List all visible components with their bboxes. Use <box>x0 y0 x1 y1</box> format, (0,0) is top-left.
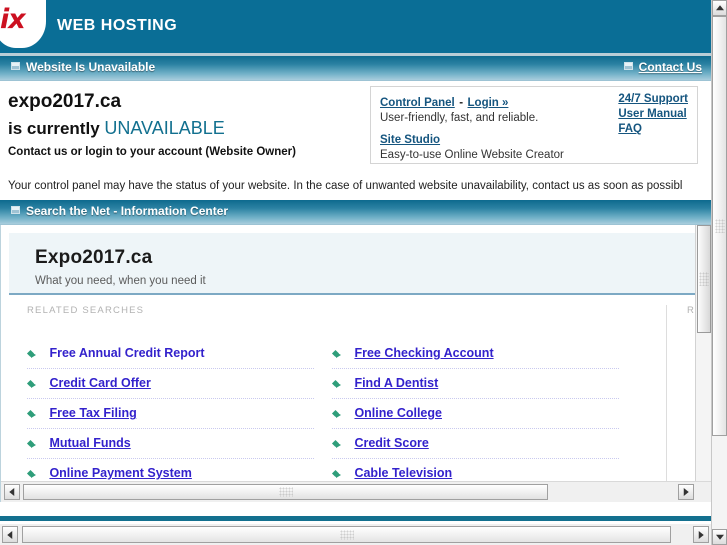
list-item[interactable]: Free Annual Credit Report <box>27 339 314 369</box>
related-link[interactable]: Free Annual Credit Report <box>49 346 204 360</box>
window-icon <box>623 62 633 70</box>
page-vertical-scrollbar-track[interactable] <box>712 436 727 529</box>
list-item[interactable]: Free Checking Account <box>332 339 619 369</box>
related-link[interactable]: Credit Card Offer <box>49 376 150 390</box>
ix-logo-mark: ix <box>0 4 26 35</box>
search-title-text: Search the Net - Information Center <box>26 204 229 218</box>
arrow-bullet-icon <box>27 439 36 448</box>
page-horizontal-scrollbar[interactable] <box>0 523 711 545</box>
page-scroll-left-button[interactable] <box>2 526 18 543</box>
page-horizontal-scrollbar-thumb[interactable] <box>22 526 671 543</box>
list-item[interactable]: Credit Score <box>332 429 619 459</box>
arrow-bullet-icon <box>27 379 36 388</box>
page-scroll-up-button[interactable] <box>712 0 727 16</box>
arrow-right-icon <box>683 488 689 496</box>
brand-name: WEB HOSTING <box>57 17 178 34</box>
window-icon <box>11 62 20 70</box>
window-icon <box>11 206 20 214</box>
related-searches-header: RELATED SEARCHES <box>27 305 145 316</box>
status-value: UNAVAILABLE <box>104 118 225 138</box>
arrow-bullet-icon <box>27 469 36 478</box>
search-title: Search the Net - Information Center <box>11 204 228 218</box>
logo-badge: ix <box>0 0 46 48</box>
scrollbar-grip-icon <box>714 219 725 233</box>
list-item[interactable]: Find A Dentist <box>332 369 619 399</box>
related-link[interactable]: Credit Score <box>354 436 428 450</box>
link-separator: - <box>459 97 464 109</box>
related-column-left: Free Annual Credit Report Credit Card Of… <box>27 339 332 488</box>
related-searches-columns: Free Annual Credit Report Credit Card Of… <box>1 305 711 502</box>
status-prefix: is currently <box>8 119 100 138</box>
arrow-bullet-icon <box>27 349 36 358</box>
support-link-2[interactable]: FAQ <box>618 123 688 135</box>
unavailable-title-text: Website Is Unavailable <box>26 60 156 74</box>
contact-us-label: Contact Us <box>638 60 702 74</box>
status-note: Your control panel may have the status o… <box>0 173 711 200</box>
unavailable-title-bar: Website Is Unavailable Contact Us <box>0 56 711 81</box>
search-title-bar: Search the Net - Information Center <box>0 200 711 225</box>
arrow-bullet-icon <box>332 469 341 478</box>
page-scroll-right-button[interactable] <box>693 526 709 543</box>
related-link[interactable]: Free Checking Account <box>354 346 493 360</box>
account-panel: Control Panel - Login » User-friendly, f… <box>370 86 698 164</box>
frame-horizontal-scrollbar[interactable] <box>1 481 711 502</box>
support-links: 24/7 Support User Manual FAQ <box>618 93 688 138</box>
arrow-bullet-icon <box>332 439 341 448</box>
arrow-bullet-icon <box>332 409 341 418</box>
frame-vertical-scrollbar-thumb[interactable] <box>697 225 711 333</box>
support-link-1[interactable]: User Manual <box>618 108 688 120</box>
brand-header: ix WEB HOSTING <box>0 0 711 56</box>
contact-us-link[interactable]: Contact Us <box>623 60 702 74</box>
list-item[interactable]: Mutual Funds <box>27 429 314 459</box>
scrollbar-grip-icon <box>278 487 293 497</box>
list-item[interactable]: Free Tax Filing <box>27 399 314 429</box>
browser-page: ix WEB HOSTING Website Is Unavailable Co… <box>0 0 727 545</box>
frame-vertical-scrollbar[interactable] <box>695 225 711 483</box>
site-studio-description: Easy-to-use Online Website Creator <box>380 149 564 161</box>
related-link[interactable]: Mutual Funds <box>49 436 130 450</box>
login-link[interactable]: Login » <box>468 97 509 109</box>
control-panel-link[interactable]: Control Panel <box>380 97 455 109</box>
frame-scroll-left-button[interactable] <box>4 484 20 500</box>
related-link[interactable]: Online Payment System <box>49 466 191 480</box>
unavailable-block: expo2017.ca is currently UNAVAILABLE Con… <box>0 81 711 173</box>
unavailable-title: Website Is Unavailable <box>11 60 155 74</box>
page-scroll-down-button[interactable] <box>712 529 727 545</box>
list-item[interactable]: Credit Card Offer <box>27 369 314 399</box>
scrollbar-grip-icon <box>699 272 709 286</box>
arrow-bullet-icon <box>27 409 36 418</box>
scrollbar-grip-icon <box>339 529 354 540</box>
hero-tagline: What you need, when you need it <box>35 275 206 287</box>
arrow-bullet-icon <box>332 379 341 388</box>
search-frame: Expo2017.ca What you need, when you need… <box>0 225 711 502</box>
related-searches-area: RELATED SEARCHES Free Annual Credit Repo… <box>1 305 711 502</box>
page-vertical-scrollbar-thumb[interactable] <box>712 16 727 436</box>
arrow-left-icon <box>7 530 13 539</box>
search-hero: Expo2017.ca What you need, when you need… <box>9 233 711 295</box>
frame-horizontal-scrollbar-thumb[interactable] <box>23 484 548 500</box>
page-vertical-scrollbar[interactable] <box>711 0 727 545</box>
support-link-0[interactable]: 24/7 Support <box>618 93 688 105</box>
page-bottom-rule <box>0 516 711 521</box>
arrow-bullet-icon <box>332 349 341 358</box>
related-column-right: Free Checking Account Find A Dentist Onl… <box>332 339 637 488</box>
search-frame-content: Expo2017.ca What you need, when you need… <box>1 225 711 502</box>
arrow-down-icon <box>715 534 724 540</box>
arrow-up-icon <box>715 5 724 11</box>
frame-scroll-right-button[interactable] <box>678 484 694 500</box>
related-link[interactable]: Online College <box>354 406 442 420</box>
site-studio-link[interactable]: Site Studio <box>380 134 440 146</box>
related-link[interactable]: Cable Television <box>354 466 452 480</box>
hosting-page-content: ix WEB HOSTING Website Is Unavailable Co… <box>0 0 711 518</box>
arrow-right-icon <box>698 530 704 539</box>
hero-title: Expo2017.ca <box>35 247 153 268</box>
related-link[interactable]: Find A Dentist <box>354 376 438 390</box>
related-link[interactable]: Free Tax Filing <box>49 406 136 420</box>
arrow-left-icon <box>9 488 15 496</box>
list-item[interactable]: Online College <box>332 399 619 429</box>
